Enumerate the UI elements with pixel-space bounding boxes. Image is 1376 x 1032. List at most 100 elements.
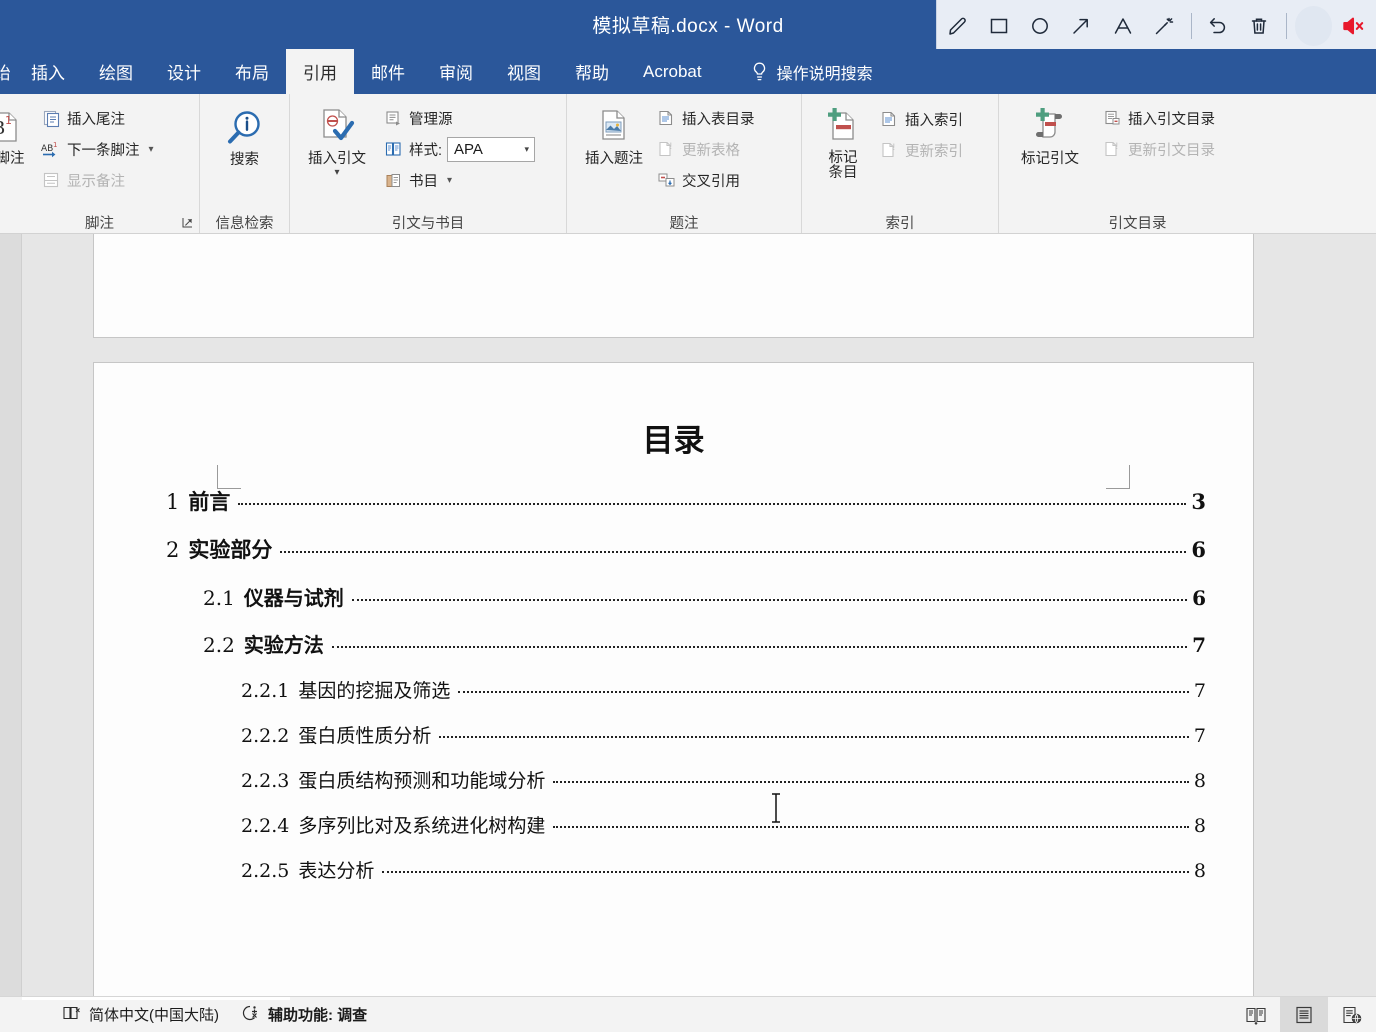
citation-style-select[interactable]: APA ▾ — [447, 136, 536, 162]
view-mode-buttons[interactable] — [1232, 997, 1376, 1032]
accessibility-status[interactable]: 辅助功能: 调查 — [241, 1004, 367, 1025]
ribbon-group-footnotes: B 1 脚注 插入尾注 — [0, 94, 200, 233]
web-layout-view-button[interactable] — [1328, 997, 1376, 1032]
tab-references[interactable]: 引用 — [286, 49, 354, 94]
toc-entry[interactable]: 2.2.4 多序列比对及系统进化树构建 8 — [141, 811, 1206, 838]
toc-entry[interactable]: 2.2.2 蛋白质性质分析 7 — [141, 721, 1206, 748]
update-index-button[interactable]: ! 更新索引 — [876, 136, 966, 164]
toc-leader-dots — [238, 503, 1187, 505]
tab-mailings[interactable]: 邮件 — [354, 49, 422, 94]
tab-draw[interactable]: 绘图 — [82, 49, 150, 94]
smart-lookup-label: 搜索 — [230, 152, 259, 168]
tab-review[interactable]: 审阅 — [422, 49, 490, 94]
chevron-down-icon[interactable]: ▾ — [447, 175, 452, 186]
toc-entry-title: 蛋白质结构预测和功能域分析 — [298, 770, 546, 792]
delete-icon[interactable] — [1239, 4, 1280, 48]
ribbon-group-table-of-authorities: 标记引文 插入引文目录 ! 更新引文目录 引文目录 — [999, 94, 1276, 233]
pen-icon[interactable] — [937, 4, 978, 48]
toc-entry[interactable]: 1 前言 3 — [141, 486, 1206, 516]
citation-style-value: APA — [454, 140, 483, 158]
cross-reference-button[interactable]: 交叉引用 — [653, 166, 758, 194]
chevron-down-icon[interactable]: ▾ — [334, 168, 339, 178]
insert-citation-button[interactable]: 插入引文 ▾ — [298, 102, 376, 178]
insert-footnote-button[interactable]: B 1 脚注 — [0, 102, 38, 167]
toc-entry-title: 仪器与试剂 — [243, 586, 344, 610]
footnotes-dialog-launcher-icon[interactable] — [182, 217, 193, 231]
citation-style-row[interactable]: 样式: APA ▾ — [380, 135, 538, 163]
toc-entry-number: 1 — [166, 490, 180, 514]
toc-entry-page: 8 — [1193, 860, 1206, 882]
ribbon-tab-bar[interactable]: 始 插入 绘图 设计 布局 引用 邮件 审阅 视图 帮助 Acrobat 操作说… — [0, 49, 1376, 94]
tab-design[interactable]: 设计 — [150, 49, 218, 94]
lightbulb-icon — [751, 61, 768, 83]
tab-view[interactable]: 视图 — [490, 49, 558, 94]
mark-entry-button[interactable]: 标记 条目 — [810, 102, 876, 181]
next-footnote-icon: AB 1 — [41, 139, 61, 159]
ellipse-icon[interactable] — [1020, 4, 1061, 48]
manage-sources-icon — [383, 108, 403, 128]
language-status[interactable]: 简体中文(中国大陆) — [62, 1004, 219, 1025]
crop-mark-tr-v — [1129, 465, 1130, 489]
tab-home[interactable]: 始 — [0, 49, 14, 94]
magic-wand-icon[interactable] — [1143, 4, 1184, 48]
table-of-contents[interactable]: 1 前言 3 2 实验部分 6 2.1 仪器与试剂 6 2.2 实验方法 7 2… — [94, 486, 1253, 883]
document-canvas[interactable]: 目录 1 前言 3 2 实验部分 6 2.1 仪器与试剂 6 2.2 实验方法 … — [0, 234, 1376, 996]
toc-entry[interactable]: 2 实验部分 6 — [141, 534, 1206, 564]
undo-icon[interactable] — [1198, 4, 1239, 48]
insert-index-button[interactable]: 插入索引 — [876, 105, 966, 133]
tab-layout[interactable]: 布局 — [218, 49, 286, 94]
text-icon[interactable] — [1102, 4, 1143, 48]
bibliography-label: 书目 — [409, 173, 438, 190]
svg-text:1: 1 — [53, 141, 57, 149]
chevron-down-icon[interactable]: ▾ — [149, 144, 154, 155]
mark-citation-button[interactable]: 标记引文 — [1007, 102, 1093, 167]
toc-entry[interactable]: 2.1 仪器与试剂 6 — [141, 582, 1206, 611]
citations-group-label-text: 引文与书目 — [391, 215, 465, 232]
toc-entry[interactable]: 2.2.3 蛋白质结构预测和功能域分析 8 — [141, 766, 1206, 793]
insert-caption-button[interactable]: 插入题注 — [575, 102, 653, 167]
annotation-toolbar[interactable] — [936, 0, 1376, 52]
tab-layout-label: 布局 — [235, 64, 269, 83]
recording-indicator[interactable] — [1294, 6, 1333, 46]
bibliography-button[interactable]: 书目 ▾ — [380, 166, 538, 194]
tab-review-label: 审阅 — [439, 64, 473, 83]
insert-index-icon — [879, 109, 899, 129]
toc-leader-dots — [331, 646, 1188, 648]
tell-me-search[interactable]: 操作说明搜索 — [737, 49, 887, 94]
tab-draw-label: 绘图 — [99, 64, 133, 83]
document-page-previous[interactable] — [93, 234, 1254, 338]
manage-sources-button[interactable]: 管理源 — [380, 104, 538, 132]
toc-entry-number: 2.1 — [203, 586, 235, 610]
smart-lookup-button[interactable]: 搜索 — [208, 104, 281, 168]
insert-endnote-button[interactable]: 插入尾注 — [38, 104, 157, 132]
toc-entry-page: 6 — [1191, 537, 1206, 562]
toc-entry-page: 7 — [1193, 680, 1206, 702]
insert-table-of-authorities-button[interactable]: 插入引文目录 — [1099, 104, 1218, 132]
tab-acrobat[interactable]: Acrobat — [626, 49, 719, 94]
rectangle-icon[interactable] — [978, 4, 1019, 48]
page-title: 目录 — [642, 423, 705, 459]
mute-icon[interactable] — [1334, 4, 1372, 48]
toc-entry[interactable]: 2.2.1 基因的挖掘及筛选 7 — [141, 676, 1206, 703]
ribbon-group-captions: 插入题注 插入表目录 ! 更新表格 交叉引用 题注 — [567, 94, 802, 233]
arrow-icon[interactable] — [1061, 4, 1102, 48]
print-layout-view-button[interactable] — [1280, 997, 1328, 1032]
toc-entry[interactable]: 2.2.5 表达分析 8 — [141, 856, 1206, 883]
update-table-button[interactable]: ! 更新表格 — [653, 135, 758, 163]
tab-insert[interactable]: 插入 — [14, 49, 82, 94]
insert-table-of-figures-button[interactable]: 插入表目录 — [653, 104, 758, 132]
read-mode-view-button[interactable] — [1232, 997, 1280, 1032]
cross-reference-label: 交叉引用 — [682, 173, 740, 190]
toc-entry-title: 多序列比对及系统进化树构建 — [298, 815, 546, 837]
insert-caption-label: 插入题注 — [585, 151, 643, 167]
ribbon-group-citations: 插入引文 ▾ 管理源 样式: APA ▾ 书目 ▾ 引文与书目 — [290, 94, 567, 233]
document-page-current[interactable]: 目录 1 前言 3 2 实验部分 6 2.1 仪器与试剂 6 2.2 实验方法 … — [93, 362, 1254, 996]
show-notes-icon — [41, 170, 61, 190]
show-notes-button[interactable]: 显示备注 — [38, 166, 157, 194]
toolbar-divider-2 — [1286, 13, 1287, 39]
tab-help[interactable]: 帮助 — [558, 49, 626, 94]
next-footnote-button[interactable]: AB 1 下一条脚注 ▾ — [38, 135, 157, 163]
toc-entry[interactable]: 2.2 实验方法 7 — [141, 629, 1206, 658]
update-table-of-authorities-button[interactable]: ! 更新引文目录 — [1099, 135, 1218, 163]
insert-table-of-figures-icon — [656, 108, 676, 128]
